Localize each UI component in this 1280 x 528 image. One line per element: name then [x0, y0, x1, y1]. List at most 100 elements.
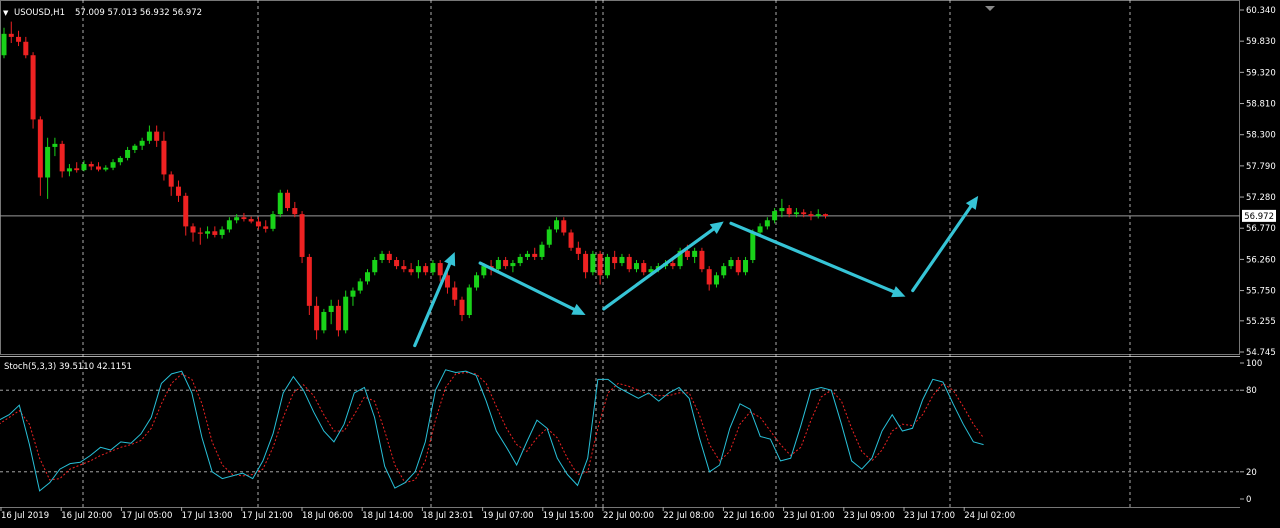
bull-candle	[45, 146, 51, 178]
stoch-axis-label: 0	[1246, 495, 1251, 505]
bear-candle	[823, 214, 829, 216]
bull-candle	[277, 192, 283, 215]
bull-candle	[350, 290, 356, 297]
bear-candle	[401, 266, 407, 270]
bear-candle	[8, 33, 14, 37]
bull-candle	[619, 256, 625, 264]
bull-candle	[772, 211, 778, 221]
price-axis-label: 55.750	[1246, 287, 1276, 297]
price-axis-label: 55.255	[1246, 317, 1276, 327]
bull-candle	[554, 220, 560, 230]
bull-candle	[474, 275, 480, 288]
bull-candle	[713, 275, 719, 285]
bull-candle	[466, 287, 472, 316]
bull-candle	[379, 253, 385, 261]
price-axis-label: 54.745	[1246, 348, 1276, 358]
bull-candle	[125, 149, 131, 158]
bear-candle	[626, 256, 632, 270]
time-axis-label: 19 Jul 07:00	[483, 511, 534, 521]
trading-chart[interactable]: 60.340 59.830 59.320 58.810 58.300 57.790 57.2…	[0, 0, 1280, 528]
bull-candle	[815, 214, 821, 216]
bull-candle	[750, 232, 756, 261]
time-axis-label: 17 Jul 13:00	[182, 511, 233, 521]
bull-candle	[757, 226, 763, 233]
symbol-label: USOUSD,H1	[14, 8, 65, 18]
bear-candle	[292, 208, 298, 215]
bull-candle	[139, 140, 145, 146]
bull-candle	[1, 33, 7, 56]
bull-candle	[539, 244, 545, 257]
bull-candle	[365, 272, 370, 282]
price-axis-label: 58.810	[1246, 100, 1276, 110]
time-axis-label: 16 Jul 2019	[1, 511, 49, 521]
bear-candle	[706, 269, 712, 285]
stoch-signal-line	[0, 372, 984, 484]
bull-candle	[357, 281, 363, 291]
bull-candle	[146, 131, 152, 141]
time-axis-label: 24 Jul 02:00	[964, 511, 1015, 521]
bull-candle	[779, 208, 785, 212]
bear-candle	[263, 226, 269, 229]
time-axis-label: 16 Jul 20:00	[61, 511, 112, 521]
bear-candle	[699, 250, 705, 270]
bear-candle	[801, 212, 807, 215]
stoch-axis-label: 80	[1246, 386, 1257, 396]
bear-candle	[161, 140, 167, 175]
bear-candle	[197, 232, 203, 234]
bear-candle	[37, 119, 43, 178]
bull-candle	[226, 220, 232, 230]
bull-candle	[321, 311, 327, 331]
bear-candle	[183, 195, 189, 227]
trend-arrow-shaft	[911, 204, 973, 293]
bear-candle	[212, 231, 218, 235]
bear-candle	[408, 269, 414, 273]
time-axis-label: 22 Jul 08:00	[663, 511, 714, 521]
bull-candle	[510, 263, 516, 267]
time-axis: 16 Jul 2019 16 Jul 20:00 17 Jul 05:00 17 Ju…	[0, 507, 1015, 521]
chart-shift-marker-icon[interactable]	[985, 6, 995, 11]
trend-arrow-shaft	[413, 262, 452, 348]
bull-candle	[415, 266, 421, 273]
bear-candle	[568, 232, 574, 248]
bear-candle	[437, 263, 443, 276]
time-axis-label: 18 Jul 23:01	[422, 511, 473, 521]
price-candles	[1, 21, 829, 340]
price-axis-label: 60.340	[1246, 6, 1276, 16]
bear-candle	[314, 305, 320, 331]
bull-candle	[604, 256, 610, 276]
ohlc-values: 57.009 57.013 56.932 56.972	[75, 8, 202, 18]
bear-candle	[503, 260, 509, 267]
bull-candle	[117, 157, 123, 163]
bear-candle	[306, 256, 312, 306]
bear-candle	[670, 263, 676, 267]
bear-candle	[597, 253, 603, 276]
bull-candle	[546, 229, 552, 245]
bull-candle	[66, 168, 72, 172]
stoch-label: Stoch(5,3,3) 39.5110 42.1151	[4, 362, 132, 372]
bull-candle	[430, 263, 436, 273]
bear-candle	[561, 220, 567, 233]
stoch-main-line	[0, 369, 984, 492]
current-price-label: 56.972	[1244, 212, 1274, 222]
bear-candle	[154, 131, 160, 141]
bear-candle	[575, 247, 581, 254]
bull-candle	[517, 256, 523, 264]
trend-arrow-shaft	[478, 261, 576, 311]
bear-candle	[335, 305, 341, 331]
time-axis-label: 18 Jul 14:00	[362, 511, 413, 521]
symbol-dropdown-arrow[interactable]: ▼	[3, 9, 9, 17]
bear-candle	[88, 164, 94, 167]
bull-candle	[234, 217, 240, 221]
time-axis-label: 19 Jul 15:00	[543, 511, 594, 521]
bull-candle	[743, 260, 749, 273]
bear-candle	[735, 260, 741, 273]
bull-candle	[103, 167, 109, 170]
price-axis-label: 57.790	[1246, 162, 1276, 172]
bear-candle	[59, 143, 65, 172]
grid-layer	[0, 0, 1280, 508]
main-panel-frame	[0, 0, 1240, 355]
stochastic-lines	[0, 369, 984, 492]
bear-candle	[684, 250, 690, 257]
bull-candle	[132, 145, 138, 150]
stoch-axis-label: 100	[1246, 359, 1262, 369]
